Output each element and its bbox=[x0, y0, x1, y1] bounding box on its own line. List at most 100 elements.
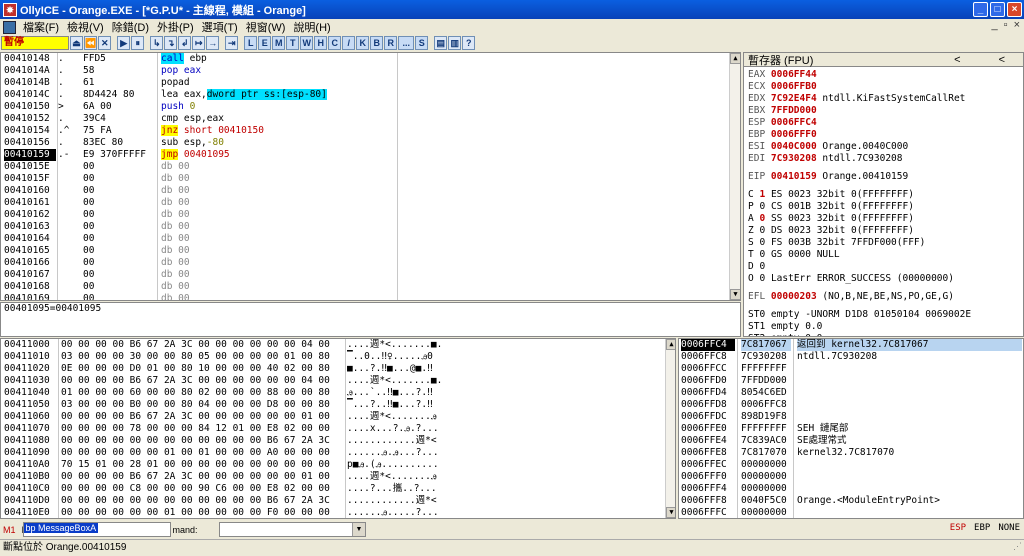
register-row[interactable]: EBP 0006FFF0 bbox=[748, 129, 1023, 141]
menu-debug[interactable]: 除錯(D) bbox=[108, 19, 153, 35]
scroll-down-arrow-icon[interactable]: ▼ bbox=[666, 507, 675, 518]
stack-pane[interactable]: 0006FFC4 0006FFC8 0006FFCC 0006FFD0 0006FFD4… bbox=[678, 338, 1024, 519]
register-eip[interactable]: EIP 00410159 Orange.00410159 bbox=[748, 171, 1023, 183]
execute-till-return-icon[interactable]: → bbox=[206, 36, 220, 50]
pause-icon[interactable]: ⏸ bbox=[131, 36, 145, 50]
chevron-down-icon[interactable]: ▼ bbox=[352, 523, 365, 536]
dump-scrollbar[interactable]: ▲ ▼ bbox=[665, 339, 675, 518]
chevron-left-icon[interactable]: < bbox=[999, 54, 1005, 66]
register-row[interactable]: ESI 0040C000 Orange.0040C000 bbox=[748, 141, 1023, 153]
scroll-down-arrow-icon[interactable]: ▼ bbox=[730, 289, 740, 300]
cpu-window-icon[interactable] bbox=[3, 20, 16, 34]
memory-dump-pane[interactable]: 00411000 00411010 00411020 00411030 00411040… bbox=[0, 338, 676, 519]
maximize-button[interactable]: □ bbox=[990, 2, 1005, 17]
flag-value[interactable]: 0 bbox=[759, 273, 765, 284]
trace-into-icon[interactable]: ↲ bbox=[178, 36, 192, 50]
trace-over-icon[interactable]: ↦ bbox=[192, 36, 206, 50]
run-trace-button[interactable]: ... bbox=[398, 36, 415, 50]
mdi-minimize-button[interactable]: _ bbox=[992, 19, 998, 31]
register-value[interactable]: 7FFDD000 bbox=[771, 105, 817, 116]
log-window-button[interactable]: L bbox=[244, 36, 258, 50]
menu-help[interactable]: 說明(H) bbox=[289, 19, 334, 35]
info-line: 00401095=00401095 bbox=[4, 303, 102, 314]
flag-none[interactable]: NONE bbox=[998, 523, 1020, 533]
registers-header[interactable]: 暫存器 (FPU) < < bbox=[744, 53, 1023, 67]
flag-row[interactable]: A 0 SS 0023 32bit 0(FFFFFFFF) bbox=[748, 213, 1023, 225]
command-input[interactable]: bp MessageBoxA bbox=[22, 522, 171, 537]
menu-window[interactable]: 視窗(W) bbox=[242, 19, 290, 35]
source-window-button[interactable]: S bbox=[415, 36, 429, 50]
menu-plugins[interactable]: 外掛(P) bbox=[153, 19, 198, 35]
register-value[interactable]: 7C92E4F4 bbox=[771, 93, 817, 104]
scroll-up-arrow-icon[interactable]: ▲ bbox=[730, 53, 740, 64]
register-value[interactable]: 00410159 bbox=[771, 171, 817, 182]
resize-grip-icon[interactable]: ⋰ bbox=[1013, 538, 1022, 554]
open-icon[interactable]: ⏏ bbox=[70, 36, 83, 50]
options-icon[interactable]: ▥ bbox=[448, 36, 462, 50]
threads-window-button[interactable]: T bbox=[286, 36, 300, 50]
step-over-icon[interactable]: ↴ bbox=[164, 36, 178, 50]
mdi-close-button[interactable]: × bbox=[1014, 19, 1020, 31]
step-into-icon[interactable]: ↳ bbox=[150, 36, 164, 50]
flag-value[interactable]: 0 bbox=[759, 261, 765, 272]
register-value[interactable]: 0040C000 bbox=[771, 141, 817, 152]
menu-options[interactable]: 選項(T) bbox=[198, 19, 242, 35]
handles-window-button[interactable]: H bbox=[314, 36, 328, 50]
disasm-scrollbar[interactable]: ▲ ▼ bbox=[729, 53, 740, 300]
register-value[interactable]: 00000203 bbox=[771, 291, 817, 302]
flag-row[interactable]: S 0 FS 003B 32bit 7FFDF000(FFF) bbox=[748, 237, 1023, 249]
run-icon[interactable]: ▶ bbox=[117, 36, 131, 50]
restart-icon[interactable]: ⏪ bbox=[84, 36, 98, 50]
flag-value[interactable]: 0 bbox=[759, 249, 765, 260]
flag-value[interactable]: 0 bbox=[759, 213, 765, 224]
register-row[interactable]: ECX 0006FFB0 bbox=[748, 81, 1023, 93]
minimize-button[interactable]: _ bbox=[973, 2, 988, 17]
register-efl[interactable]: EFL 00000203 (NO,B,NE,BE,NS,PO,GE,G) bbox=[748, 291, 1023, 303]
register-value[interactable]: 0006FFB0 bbox=[771, 81, 817, 92]
flag-row[interactable]: T 0 GS 0000 NULL bbox=[748, 249, 1023, 261]
register-row[interactable]: EDX 7C92E4F4 ntdll.KiFastSystemCallRet bbox=[748, 93, 1023, 105]
flag-ebp[interactable]: EBP bbox=[974, 523, 990, 533]
cpu-window-button[interactable]: C bbox=[328, 36, 342, 50]
register-value[interactable]: 0006FFC4 bbox=[771, 117, 817, 128]
flag-row[interactable]: Z 0 DS 0023 32bit 0(FFFFFFFF) bbox=[748, 225, 1023, 237]
modules-window-button[interactable]: E bbox=[258, 36, 272, 50]
help-icon[interactable]: ? bbox=[462, 36, 476, 50]
call-stack-button[interactable]: K bbox=[356, 36, 370, 50]
register-value[interactable]: 0006FFF0 bbox=[771, 129, 817, 140]
close-button[interactable]: × bbox=[1007, 2, 1022, 17]
flag-row[interactable]: C 1 ES 0023 32bit 0(FFFFFFFF) bbox=[748, 189, 1023, 201]
register-row[interactable]: ESP 0006FFC4 bbox=[748, 117, 1023, 129]
goto-icon[interactable]: ⇥ bbox=[225, 36, 239, 50]
register-row[interactable]: EDI 7C930208 ntdll.7C930208 bbox=[748, 153, 1023, 165]
flag-row[interactable]: P 0 CS 001B 32bit 0(FFFFFFFF) bbox=[748, 201, 1023, 213]
mdi-restore-button[interactable]: ▫ bbox=[1004, 19, 1008, 31]
register-value[interactable]: 0006FF44 bbox=[771, 69, 817, 80]
register-row[interactable]: EAX 0006FF44 bbox=[748, 69, 1023, 81]
flag-esp[interactable]: ESP bbox=[950, 523, 966, 533]
appearance-icon[interactable]: ▤ bbox=[434, 36, 448, 50]
register-row[interactable]: EBX 7FFDD000 bbox=[748, 105, 1023, 117]
flag-value[interactable]: 0 bbox=[759, 225, 765, 236]
close-program-icon[interactable]: ✕ bbox=[98, 36, 112, 50]
flag-value[interactable]: 0 bbox=[759, 201, 765, 212]
flag-value[interactable]: 0 bbox=[759, 237, 765, 248]
command-history-dropdown[interactable]: ▼ bbox=[219, 522, 366, 537]
windows-window-button[interactable]: W bbox=[300, 36, 314, 50]
disassembly-pane[interactable]: 00410148 0041014A 0041014B 0041014C 00410150… bbox=[0, 52, 741, 301]
memory-tab-m1[interactable]: M1 bbox=[0, 525, 19, 535]
chevron-left-icon[interactable]: < bbox=[954, 54, 960, 66]
references-window-button[interactable]: R bbox=[384, 36, 398, 50]
flag-row[interactable]: O 0 LastErr ERROR_SUCCESS (00000000) bbox=[748, 273, 1023, 285]
patches-window-button[interactable]: / bbox=[342, 36, 356, 50]
scroll-up-arrow-icon[interactable]: ▲ bbox=[666, 339, 675, 350]
breakpoints-window-button[interactable]: B bbox=[370, 36, 384, 50]
memory-window-button[interactable]: M bbox=[272, 36, 286, 50]
flag-value[interactable]: 1 bbox=[759, 189, 765, 200]
register-value[interactable]: 7C930208 bbox=[771, 153, 817, 164]
menu-view[interactable]: 檢視(V) bbox=[63, 19, 108, 35]
registers-pane[interactable]: 暫存器 (FPU) < < EAX 0006FF44 ECX 0006FFB0 … bbox=[743, 52, 1024, 337]
flag-row[interactable]: D 0 bbox=[748, 261, 1023, 273]
bug-icon[interactable]: ✸ bbox=[3, 2, 17, 17]
menu-file[interactable]: 檔案(F) bbox=[19, 19, 63, 35]
